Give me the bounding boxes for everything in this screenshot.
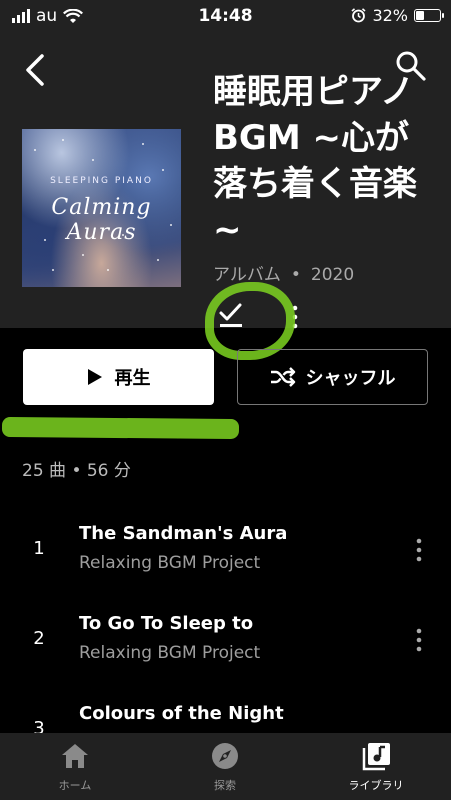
status-bar: au 14:48 32% xyxy=(0,0,451,34)
track-title: Colours of the Night xyxy=(79,703,284,724)
nav-explore[interactable]: 探索 xyxy=(150,733,300,800)
shuffle-label: シャッフル xyxy=(305,368,396,389)
nav-explore-label: 探索 xyxy=(214,779,236,792)
play-label: 再生 xyxy=(114,368,151,389)
album-year: 2020 xyxy=(310,265,355,285)
library-icon xyxy=(362,743,390,771)
album-art-title: Calming Auras xyxy=(51,195,152,245)
play-button[interactable]: 再生 xyxy=(23,349,214,405)
album-meta: アルバム • 2020 xyxy=(213,260,354,285)
battery-icon xyxy=(414,9,444,22)
home-icon xyxy=(62,744,88,768)
chevron-left-icon[interactable] xyxy=(18,50,52,90)
more-vert-icon[interactable] xyxy=(412,537,426,563)
shuffle-icon xyxy=(270,367,295,387)
nav-library[interactable]: ライブラリ xyxy=(301,733,451,800)
track-artist: Relaxing BGM Project xyxy=(79,643,261,663)
track-title: To Go To Sleep to xyxy=(79,613,254,634)
annotation-underline xyxy=(1,416,240,440)
play-icon xyxy=(87,369,102,385)
search-icon[interactable] xyxy=(392,48,430,86)
album-art: SLEEPING PIANO Calming Auras xyxy=(22,129,181,287)
track-row[interactable]: 1 The Sandman's Aura Relaxing BGM Projec… xyxy=(0,511,451,589)
more-vert-icon[interactable] xyxy=(412,627,426,653)
album-header: SLEEPING PIANO Calming Auras 睡眠用ピアノBGM ~… xyxy=(0,34,451,329)
album-art-subtitle: SLEEPING PIANO xyxy=(50,176,153,186)
track-artist: Relaxing BGM Project xyxy=(79,553,261,573)
meta-separator: • xyxy=(290,265,301,285)
battery-percent: 32% xyxy=(372,6,408,25)
album-title: 睡眠用ピアノBGM ~心が落ち着く音楽~ xyxy=(213,72,417,250)
alarm-icon xyxy=(351,8,366,23)
track-summary: 25 曲 • 56 分 xyxy=(22,461,131,481)
nav-home-label: ホーム xyxy=(58,779,92,792)
status-right: 32% xyxy=(351,6,444,25)
nav-home[interactable]: ホーム xyxy=(0,733,150,800)
compass-icon xyxy=(212,743,238,769)
track-title: The Sandman's Aura xyxy=(79,523,288,544)
track-number: 1 xyxy=(33,538,45,559)
track-row[interactable]: 2 To Go To Sleep to Relaxing BGM Project xyxy=(0,601,451,679)
bottom-nav: ホーム 探索 ライブラリ xyxy=(0,733,451,800)
nav-library-label: ライブラリ xyxy=(348,779,404,792)
shuffle-button[interactable]: シャッフル xyxy=(237,349,428,405)
track-number: 2 xyxy=(33,628,45,649)
